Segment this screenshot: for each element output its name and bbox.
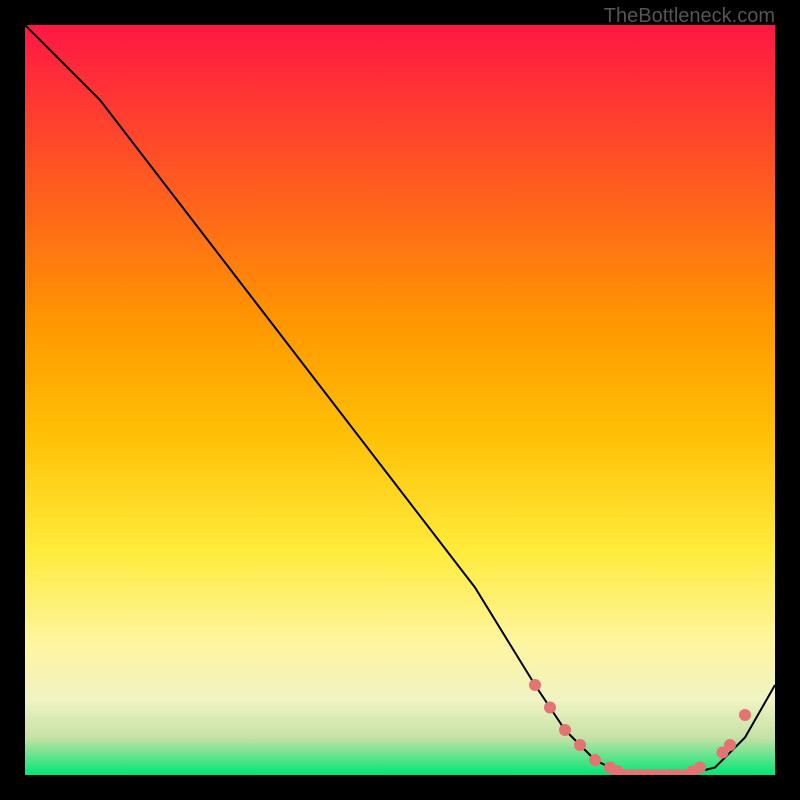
watermark-text: TheBottleneck.com [604,5,775,28]
chart-container [25,25,775,775]
chart-curve [25,25,775,775]
